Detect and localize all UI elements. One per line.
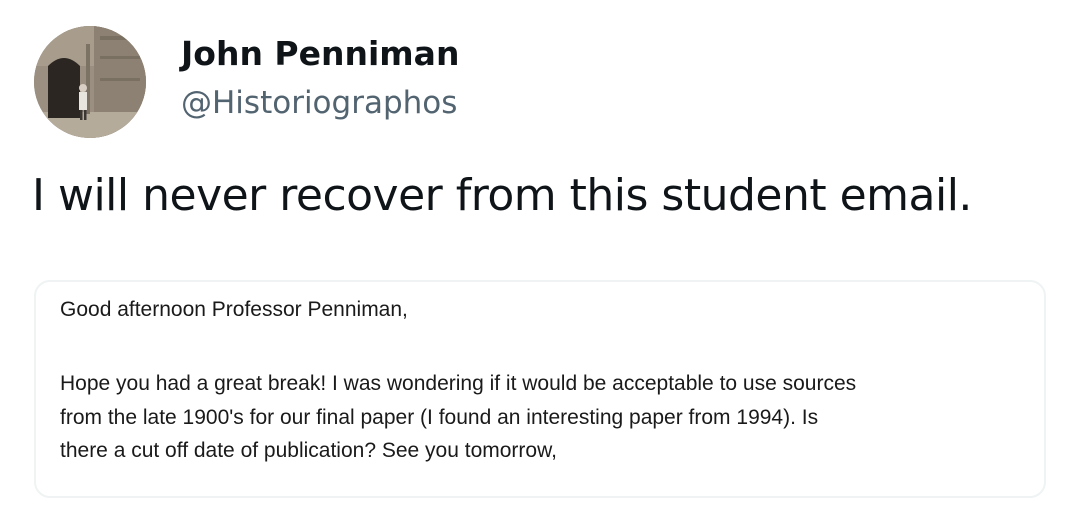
email-greeting: Good afternoon Professor Penniman, (60, 298, 408, 321)
author-display-name[interactable]: John Penniman (181, 32, 459, 76)
email-body-line: Hope you had a great break! I was wonder… (60, 372, 857, 395)
email-body-line: from the late 1900's for our final paper… (60, 406, 819, 429)
profile-photo-icon (34, 26, 146, 138)
email-body-line: there a cut off date of publication? See… (60, 439, 557, 462)
tweet: John Penniman @Historiographos I will ne… (0, 0, 1080, 511)
author-handle[interactable]: @Historiographos (181, 82, 457, 124)
tweet-text: I will never recover from this student e… (32, 170, 972, 221)
avatar[interactable] (34, 26, 146, 138)
attached-email-screenshot[interactable]: Good afternoon Professor Penniman, Hope … (34, 280, 1046, 498)
